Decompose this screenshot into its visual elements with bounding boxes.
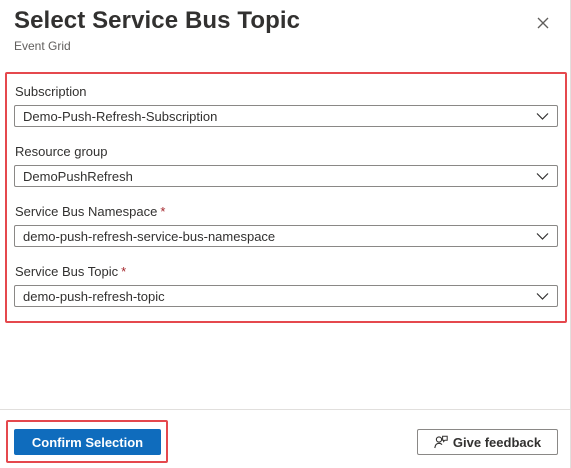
service-bus-topic-value: demo-push-refresh-topic <box>23 289 165 304</box>
subscription-label-text: Subscription <box>15 84 87 99</box>
footer-divider <box>0 409 571 410</box>
service-bus-topic-label-text: Service Bus Topic <box>15 264 119 279</box>
resource-group-label: Resource group <box>15 144 108 159</box>
subscription-dropdown[interactable]: Demo-Push-Refresh-Subscription <box>14 105 558 127</box>
required-marker: * <box>121 264 127 279</box>
panel-title: Select Service Bus Topic <box>14 7 301 34</box>
service-bus-topic-label: Service Bus Topic * <box>15 264 126 279</box>
feedback-person-icon <box>434 435 448 449</box>
confirm-selection-button[interactable]: Confirm Selection <box>14 429 161 455</box>
resource-group-value: DemoPushRefresh <box>23 169 133 184</box>
chevron-down-icon <box>536 233 549 240</box>
subscription-value: Demo-Push-Refresh-Subscription <box>23 109 218 124</box>
service-bus-namespace-dropdown[interactable]: demo-push-refresh-service-bus-namespace <box>14 225 558 247</box>
resource-group-dropdown[interactable]: DemoPushRefresh <box>14 165 558 187</box>
service-bus-namespace-label-text: Service Bus Namespace <box>15 204 158 219</box>
give-feedback-label: Give feedback <box>452 434 542 450</box>
panel-subtitle: Event Grid <box>14 39 71 53</box>
close-button[interactable] <box>532 12 554 34</box>
chevron-down-icon <box>536 173 549 180</box>
select-service-bus-topic-panel: Select Service Bus Topic Event Grid Subs… <box>0 0 571 468</box>
resource-group-label-text: Resource group <box>15 144 108 159</box>
give-feedback-button[interactable]: Give feedback <box>417 429 558 455</box>
chevron-down-icon <box>536 293 549 300</box>
required-marker: * <box>160 204 166 219</box>
service-bus-namespace-label: Service Bus Namespace * <box>15 204 165 219</box>
close-icon <box>537 17 549 29</box>
service-bus-topic-dropdown[interactable]: demo-push-refresh-topic <box>14 285 558 307</box>
subscription-label: Subscription <box>15 84 87 99</box>
chevron-down-icon <box>536 113 549 120</box>
service-bus-namespace-value: demo-push-refresh-service-bus-namespace <box>23 229 276 244</box>
